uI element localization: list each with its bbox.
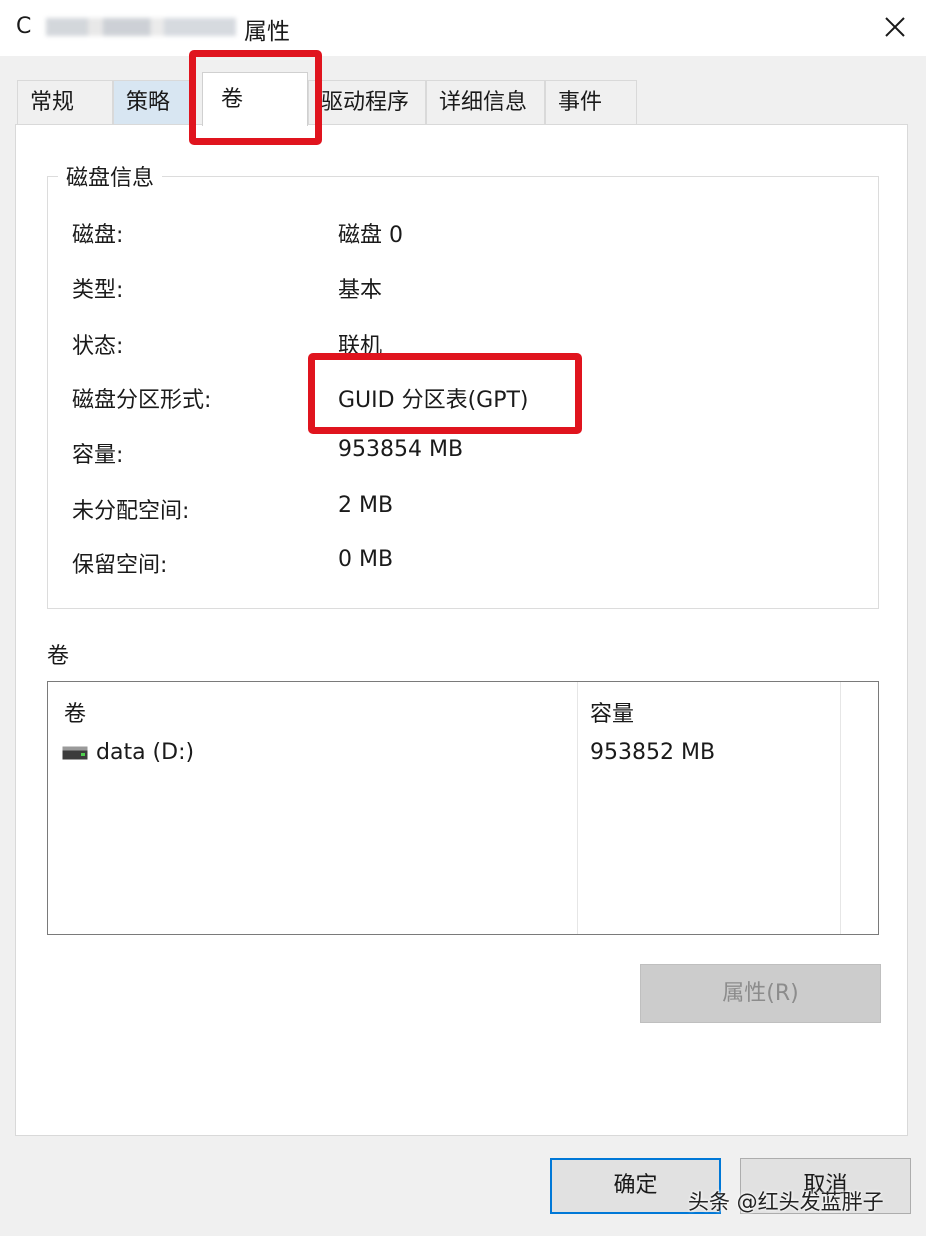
type-label: 类型:	[72, 278, 124, 303]
tab-events[interactable]: 事件	[545, 80, 637, 124]
disk-label: 磁盘:	[72, 223, 124, 248]
type-value: 基本	[338, 278, 383, 303]
volumes-list[interactable]: 卷 容量 data (D:) 953852 MB	[47, 681, 879, 935]
properties-button: 属性(R)	[640, 964, 881, 1023]
window-title-initial: C	[16, 14, 32, 39]
volume-name: data (D:)	[96, 740, 195, 765]
unallocated-value: 2 MB	[338, 493, 394, 518]
tab-volumes[interactable]: 卷	[202, 72, 308, 126]
blurred-device-name	[46, 18, 236, 36]
watermark: 头条 @红头发蓝胖子	[688, 1190, 884, 1214]
disk-value: 磁盘 0	[338, 223, 403, 248]
disk-info-legend: 磁盘信息	[58, 160, 163, 192]
status-label: 状态:	[72, 334, 124, 359]
close-button[interactable]	[872, 6, 916, 46]
column-divider[interactable]	[577, 682, 578, 934]
unallocated-label: 未分配空间:	[72, 499, 190, 524]
column-divider[interactable]	[840, 682, 841, 934]
volumes-section-label: 卷	[47, 644, 70, 669]
tab-policies[interactable]: 策略	[113, 80, 195, 124]
column-header-capacity[interactable]: 容量	[590, 696, 634, 728]
tab-details[interactable]: 详细信息	[426, 80, 545, 124]
capacity-value: 953854 MB	[338, 437, 464, 462]
volume-capacity: 953852 MB	[590, 740, 716, 765]
status-value: 联机	[338, 334, 383, 359]
reserved-value: 0 MB	[338, 547, 394, 572]
partition-style-value: GUID 分区表(GPT)	[338, 388, 529, 413]
reserved-label: 保留空间:	[72, 553, 168, 578]
title-bar: C 属性	[0, 0, 926, 56]
tab-general[interactable]: 常规	[17, 80, 113, 124]
capacity-label: 容量:	[72, 443, 124, 468]
close-icon	[885, 17, 905, 37]
drive-icon	[62, 746, 88, 760]
list-item[interactable]: data (D:) 953852 MB	[58, 738, 868, 772]
tab-driver[interactable]: 驱动程序	[308, 80, 426, 124]
column-header-volume[interactable]: 卷	[64, 696, 86, 728]
window-title: 属性	[244, 19, 290, 45]
partition-style-label: 磁盘分区形式:	[72, 388, 212, 413]
